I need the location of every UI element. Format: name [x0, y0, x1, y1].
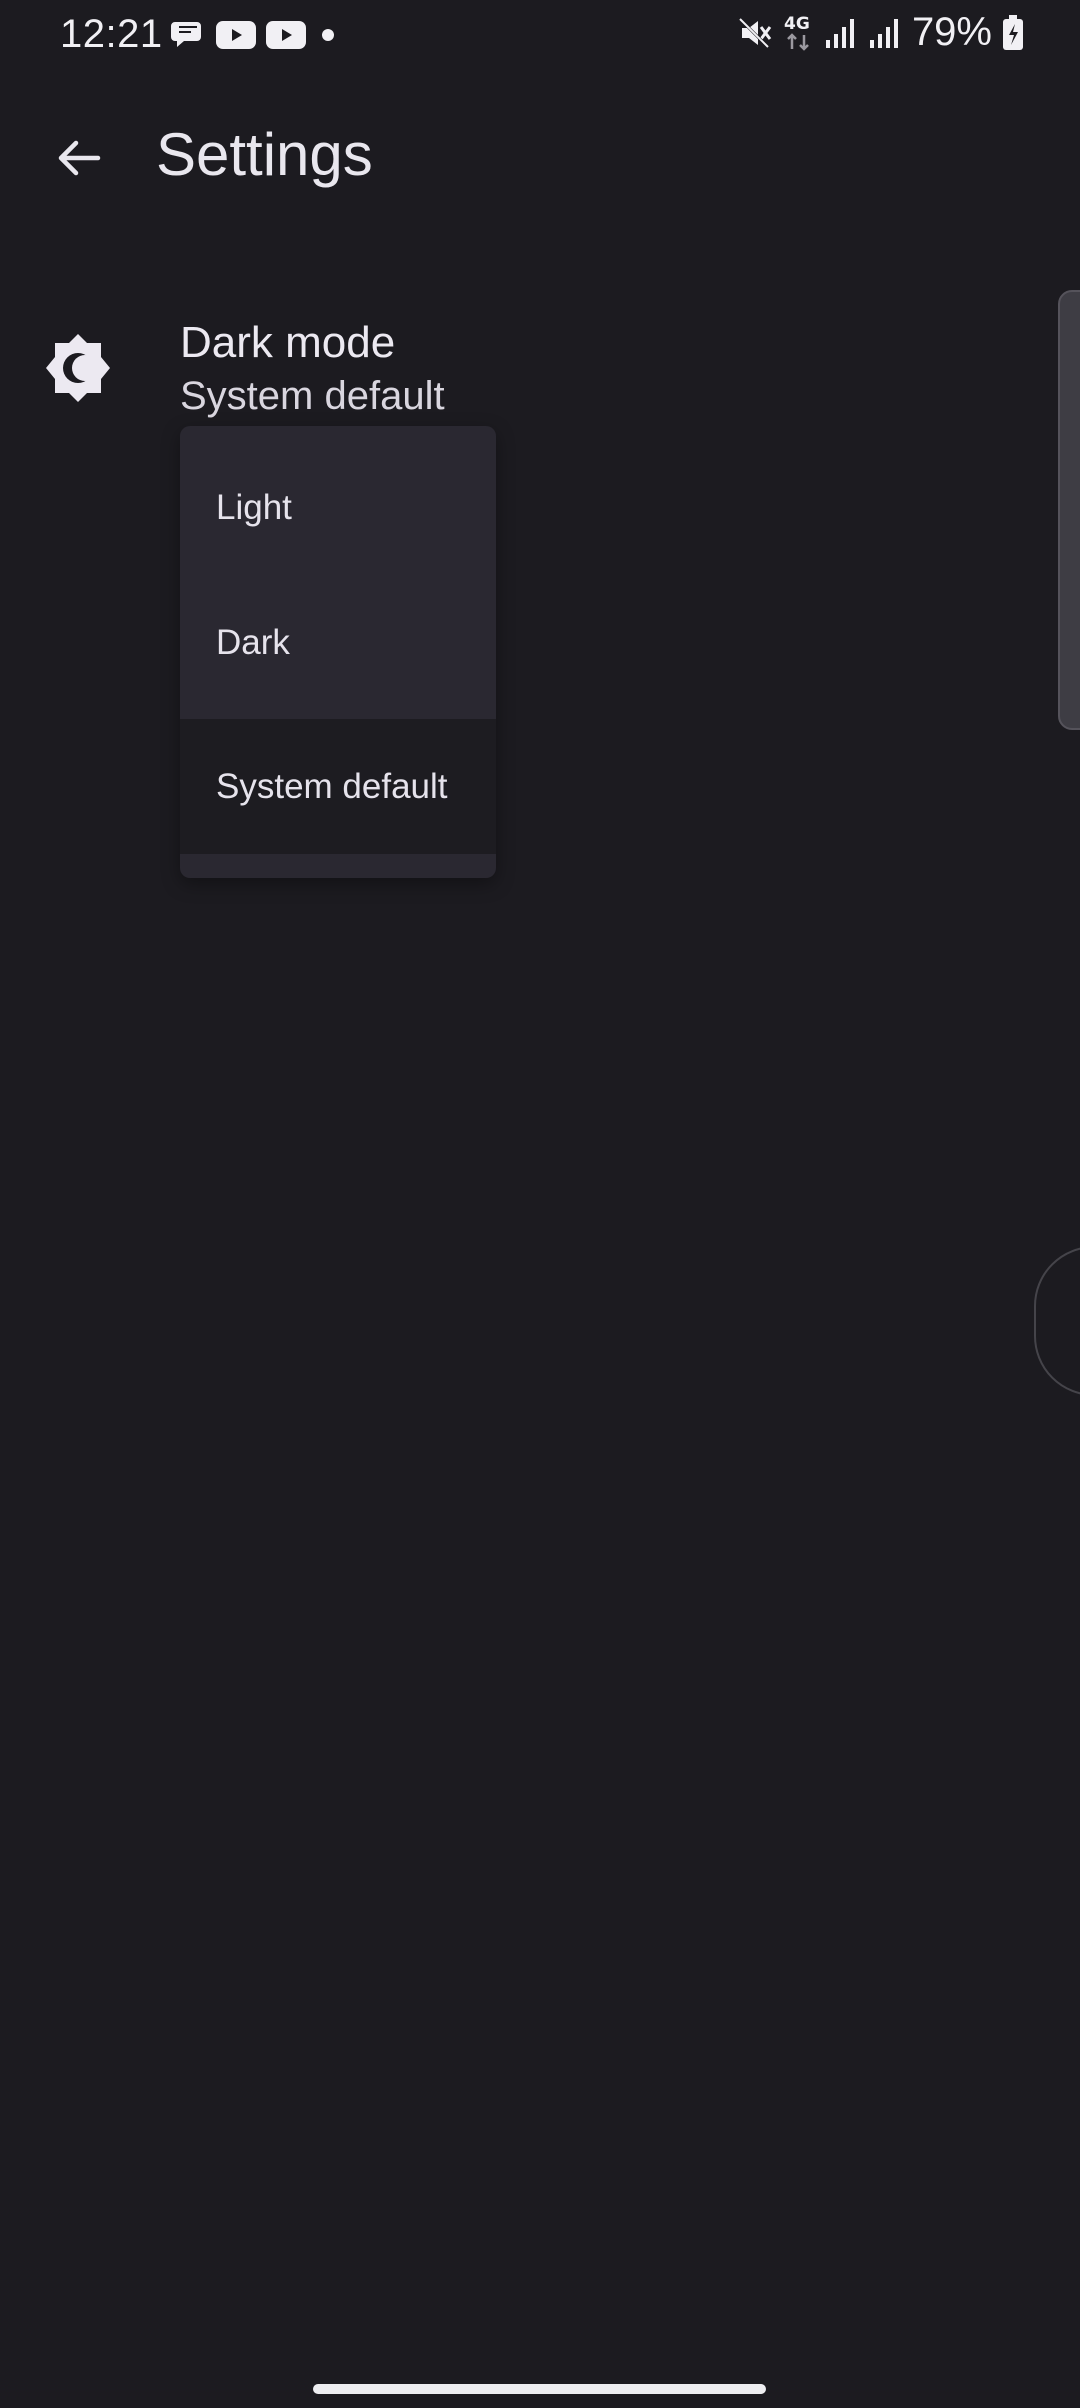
notification-dot-icon [316, 23, 340, 47]
chat-icon [170, 18, 206, 52]
back-arrow-icon [54, 134, 102, 182]
dark-mode-icon [40, 330, 116, 406]
edge-panel-handle[interactable] [1058, 290, 1080, 730]
status-system-icons: 4G 79% [736, 10, 1024, 55]
status-time: 12:21 [60, 12, 163, 56]
menu-item-system-default[interactable]: System default [180, 719, 496, 854]
status-notification-icons [170, 18, 340, 52]
youtube-icon [266, 21, 306, 49]
settings-screen: 12:21 4G 79% Settings Dark mode System d… [0, 0, 1080, 2408]
status-bar: 12:21 4G 79% [0, 0, 1080, 74]
signal-icon [868, 16, 902, 50]
network-4g-icon: 4G [782, 13, 814, 53]
mute-icon [736, 15, 772, 51]
battery-charging-icon [1002, 14, 1024, 51]
menu-item-dark[interactable]: Dark [180, 575, 496, 710]
youtube-icon [216, 21, 256, 49]
setting-title: Dark mode [180, 318, 396, 367]
battery-percent: 79% [911, 10, 992, 54]
back-button[interactable] [40, 120, 116, 196]
menu-item-light[interactable]: Light [180, 440, 496, 575]
page-title: Settings [156, 121, 373, 188]
setting-value: System default [180, 374, 445, 418]
top-app-bar: Settings [0, 100, 1080, 212]
setting-dark-mode[interactable]: Dark mode System default [0, 300, 1040, 440]
network-label: 4G [784, 14, 810, 34]
signal-icon [824, 16, 858, 50]
floating-assistant-button[interactable] [1034, 1246, 1080, 1396]
dark-mode-dropdown-menu: Light Dark System default [180, 426, 496, 878]
gesture-navigation-bar[interactable] [313, 2384, 766, 2394]
